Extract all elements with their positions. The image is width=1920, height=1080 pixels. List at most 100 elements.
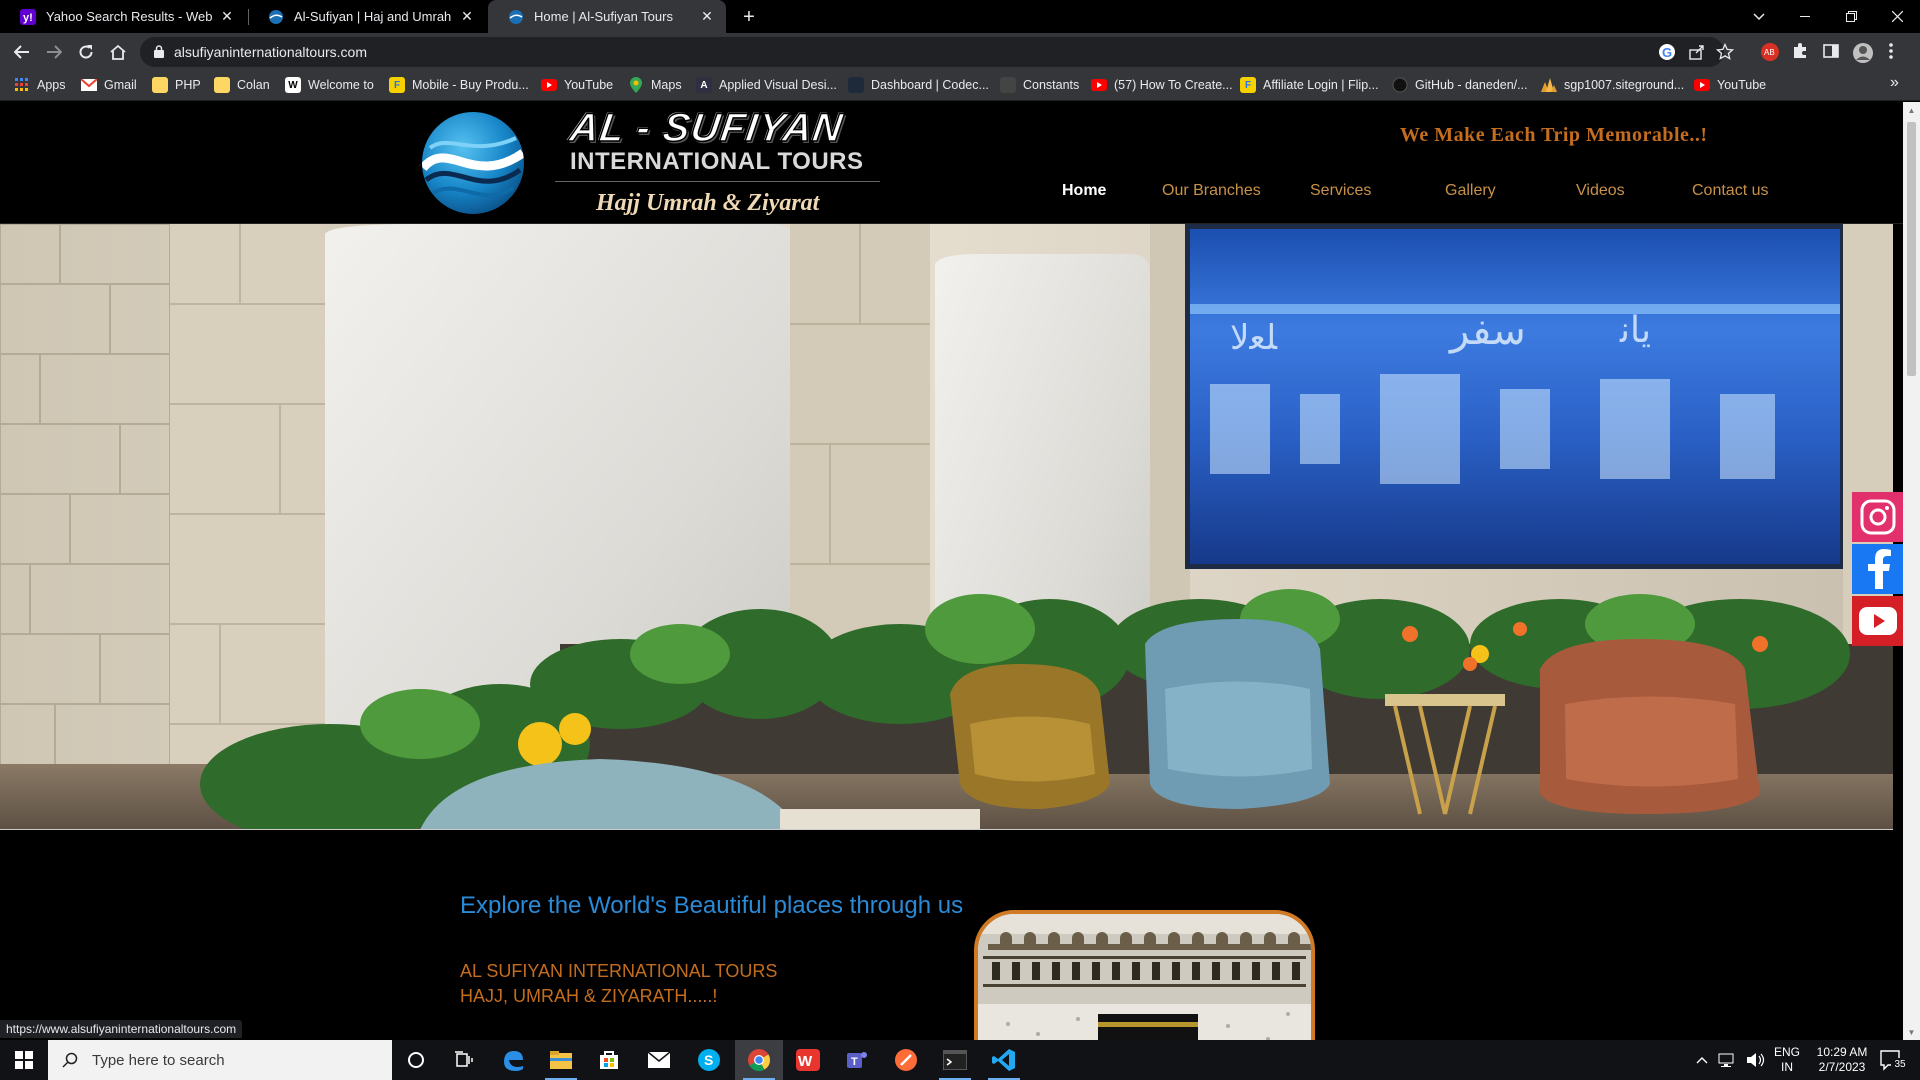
extension-badge-icon[interactable]: AB	[1760, 42, 1780, 62]
tab-al-sufiyan-services[interactable]: Al-Sufiyan | Haj and Umrah Services ✕	[248, 0, 486, 33]
postman-icon[interactable]	[882, 1040, 930, 1080]
svg-text:ﻠﻌﻟﺎ: ﻠﻌﻟﺎ	[1230, 318, 1278, 358]
instagram-icon	[1860, 499, 1896, 535]
gmail-icon	[81, 77, 97, 93]
nav-services[interactable]: Services	[1310, 182, 1371, 200]
close-tab-icon[interactable]: ✕	[698, 8, 716, 26]
bookmark-constants[interactable]: Constants	[1000, 77, 1079, 93]
share-icon[interactable]	[1688, 43, 1706, 61]
svg-text:y!: y!	[23, 12, 33, 24]
windows-logo-icon	[15, 1051, 33, 1069]
tab-yahoo-search[interactable]: y! Yahoo Search Results - Web search ✕	[0, 0, 246, 33]
bookmark-affiliate-login[interactable]: F Affiliate Login | Flip...	[1240, 77, 1379, 93]
taskbar-search-box[interactable]: Type here to search	[48, 1040, 392, 1080]
side-panel-icon[interactable]	[1822, 42, 1840, 60]
hero-image: ﻠﻌﻟﺎ ﺳﻔﺮ ﻳﺎﻧ	[0, 224, 1893, 830]
site-icon	[848, 77, 864, 93]
clock-time: 10:29 AM	[1816, 1045, 1868, 1059]
bookmark-mobile-buy[interactable]: F Mobile - Buy Produ...	[389, 77, 529, 93]
chrome-icon[interactable]	[735, 1040, 783, 1080]
bookmark-youtube[interactable]: YouTube	[541, 77, 613, 93]
tab-title: Home | Al-Sufiyan Tours	[534, 9, 673, 24]
nav-videos[interactable]: Videos	[1576, 182, 1625, 200]
reload-icon[interactable]	[72, 38, 100, 66]
bookmark-maps[interactable]: Maps	[628, 77, 682, 93]
file-explorer-icon[interactable]	[537, 1040, 585, 1080]
bookmark-youtube-2[interactable]: YouTube	[1694, 77, 1766, 93]
restore-icon[interactable]	[1828, 0, 1874, 33]
vscode-icon[interactable]	[980, 1040, 1028, 1080]
notification-center-icon[interactable]: 35	[1880, 1050, 1909, 1077]
bookmark-how-to-create[interactable]: (57) How To Create...	[1091, 77, 1233, 93]
volume-icon[interactable]	[1744, 1040, 1768, 1080]
nav-home[interactable]: Home	[1062, 182, 1106, 200]
task-view-icon[interactable]	[440, 1040, 488, 1080]
system-clock[interactable]: 10:29 AM 2/7/2023	[1806, 1045, 1878, 1075]
tab-home-al-sufiyan-tours[interactable]: Home | Al-Sufiyan Tours ✕	[488, 0, 726, 33]
svg-text:AB: AB	[1764, 48, 1775, 57]
new-tab-button[interactable]: +	[737, 5, 761, 29]
lock-icon[interactable]	[154, 45, 164, 58]
skype-icon[interactable]: S	[685, 1040, 733, 1080]
bookmark-welcome[interactable]: W Welcome to	[285, 77, 374, 93]
taskbar-search-placeholder: Type here to search	[92, 1051, 225, 1069]
svg-text:ﻳﺎﻧ: ﻳﺎﻧ	[1619, 310, 1651, 351]
apps-grid-icon	[14, 77, 30, 93]
network-icon[interactable]	[1716, 1040, 1740, 1080]
microsoft-store-icon[interactable]	[585, 1040, 633, 1080]
logo-tagline: Hajj Umrah & Ziyarat	[596, 190, 820, 216]
globe-icon	[508, 9, 524, 25]
bookmark-applied-visual[interactable]: A Applied Visual Desi...	[696, 77, 837, 93]
nav-gallery[interactable]: Gallery	[1445, 182, 1496, 200]
facebook-link[interactable]	[1852, 544, 1903, 594]
home-icon[interactable]	[104, 38, 132, 66]
bookmark-apps[interactable]: Apps	[14, 77, 66, 93]
profile-avatar-icon[interactable]	[1852, 42, 1874, 64]
scrollbar-thumb[interactable]	[1907, 122, 1916, 376]
nav-contact-us[interactable]: Contact us	[1692, 182, 1768, 200]
svg-text:T: T	[851, 1056, 858, 1068]
mail-icon[interactable]	[635, 1040, 683, 1080]
svg-text:G: G	[1662, 45, 1672, 60]
bookmark-colan[interactable]: Colan	[214, 77, 270, 93]
site-slogan: We Make Each Trip Memorable..!	[1400, 124, 1708, 146]
youtube-link[interactable]	[1852, 596, 1903, 646]
forward-icon[interactable]	[40, 38, 68, 66]
siteground-icon	[1541, 77, 1557, 93]
edge-icon[interactable]	[489, 1040, 537, 1080]
bookmark-gmail[interactable]: Gmail	[81, 77, 137, 93]
minimize-icon[interactable]	[1782, 0, 1828, 33]
back-icon[interactable]	[8, 38, 36, 66]
youtube-icon	[541, 77, 557, 93]
bookmarks-overflow-button[interactable]: »	[1890, 74, 1899, 92]
star-icon[interactable]	[1716, 43, 1734, 61]
start-button[interactable]	[0, 1040, 48, 1080]
scroll-down-arrow-icon[interactable]: ▼	[1907, 1028, 1916, 1037]
teams-icon[interactable]: T	[833, 1040, 881, 1080]
cortana-icon[interactable]	[392, 1040, 440, 1080]
globe-icon	[268, 9, 284, 25]
nav-our-branches[interactable]: Our Branches	[1162, 182, 1261, 200]
page-scrollbar[interactable]: ▲ ▼	[1903, 102, 1920, 1041]
bookmark-siteground[interactable]: sgp1007.siteground...	[1541, 77, 1684, 93]
close-tab-icon[interactable]: ✕	[218, 8, 236, 26]
scroll-up-arrow-icon[interactable]: ▲	[1907, 106, 1916, 115]
tab-search-icon[interactable]	[1736, 0, 1782, 33]
menu-kebab-icon[interactable]	[1888, 42, 1894, 60]
close-window-icon[interactable]	[1874, 0, 1920, 33]
bookmark-php[interactable]: PHP	[152, 77, 201, 93]
close-tab-icon[interactable]: ✕	[458, 8, 476, 26]
tray-overflow-icon[interactable]	[1694, 1040, 1710, 1080]
google-icon[interactable]: G	[1658, 43, 1676, 61]
globe-logo-icon[interactable]	[418, 108, 528, 218]
input-language-indicator[interactable]: ENG IN	[1774, 1045, 1800, 1075]
terminal-icon[interactable]	[931, 1040, 979, 1080]
instagram-link[interactable]	[1852, 492, 1903, 542]
bookmark-github[interactable]: GitHub - daneden/...	[1392, 77, 1528, 93]
wps-office-icon[interactable]: W	[784, 1040, 832, 1080]
address-bar[interactable]: alsufiyaninternationaltours.com G	[140, 37, 1734, 67]
url-text[interactable]: alsufiyaninternationaltours.com	[174, 44, 367, 60]
site-header: AL - SUFIYAN INTERNATIONAL TOURS Hajj Um…	[0, 102, 1903, 224]
bookmark-dashboard-codec[interactable]: Dashboard | Codec...	[848, 77, 989, 93]
extensions-puzzle-icon[interactable]	[1791, 42, 1809, 60]
